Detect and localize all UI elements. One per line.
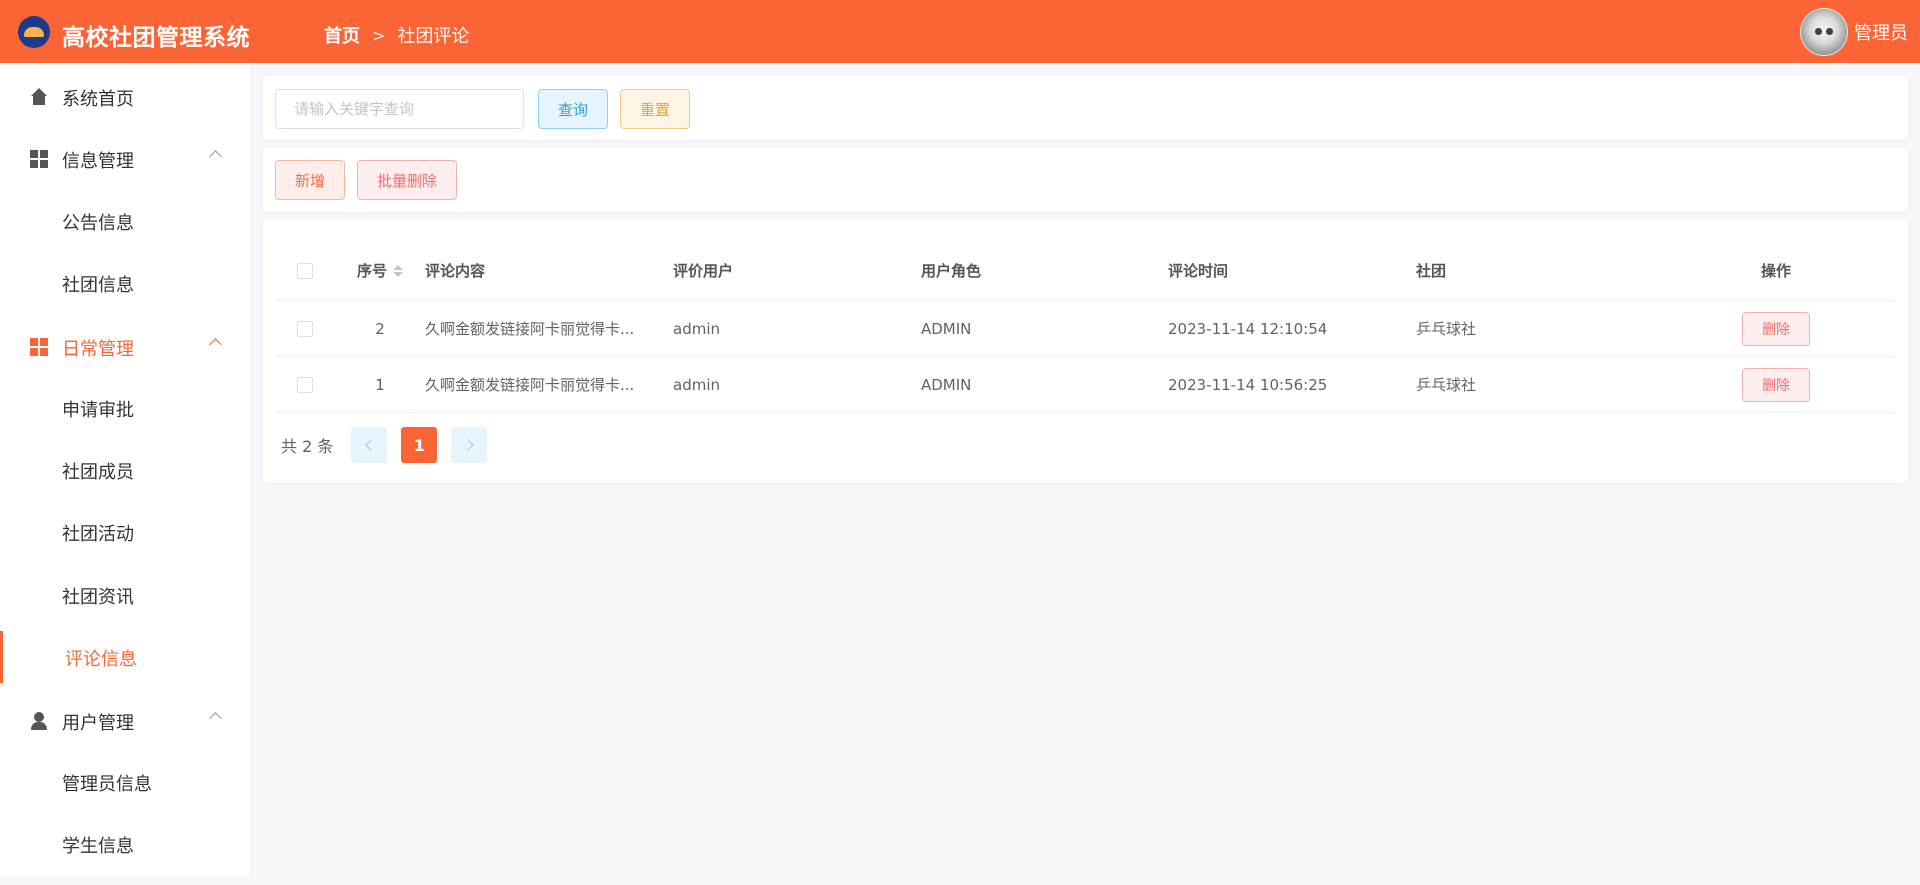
sort-icon[interactable] bbox=[393, 264, 403, 277]
sidebar-item-label: 公告信息 bbox=[62, 213, 134, 234]
row-checkbox[interactable] bbox=[297, 320, 313, 337]
home-icon bbox=[30, 88, 48, 106]
chevron-left-icon bbox=[365, 439, 377, 451]
sidebar-item-label: 管理员信息 bbox=[62, 774, 152, 795]
sidebar-group-users[interactable]: 用户管理 bbox=[0, 695, 250, 747]
add-button[interactable]: 新增 bbox=[275, 160, 345, 200]
sidebar-item-members[interactable]: 社团成员 bbox=[0, 444, 250, 496]
column-header-time: 评论时间 bbox=[1168, 262, 1229, 280]
select-all-cell bbox=[297, 241, 327, 300]
row-checkbox[interactable] bbox=[297, 376, 313, 393]
sidebar-item-label: 系统首页 bbox=[62, 89, 134, 110]
sidebar-item-label: 申请审批 bbox=[62, 400, 134, 421]
reset-button[interactable]: 重置 bbox=[620, 89, 690, 129]
cell-index: 2 bbox=[375, 319, 385, 338]
chevron-up-icon bbox=[209, 150, 222, 163]
cell-role: ADMIN bbox=[921, 319, 972, 338]
chevron-up-icon bbox=[209, 338, 222, 351]
sidebar-item-activities[interactable]: 社团活动 bbox=[0, 506, 250, 558]
sidebar-item-label: 社团资讯 bbox=[62, 587, 134, 608]
sidebar-item-label: 社团信息 bbox=[62, 275, 134, 296]
prev-page-button[interactable] bbox=[351, 427, 388, 463]
column-header-club: 社团 bbox=[1416, 262, 1447, 280]
cell-user: admin bbox=[673, 319, 720, 338]
sidebar-item-notices[interactable]: 公告信息 bbox=[0, 195, 250, 247]
sidebar: 系统首页 信息管理 公告信息 社团信息 日常管理 申请审批 社团成员 社团活动 … bbox=[0, 63, 250, 877]
page-number-button[interactable]: 1 bbox=[401, 427, 438, 463]
sidebar-item-label: 社团成员 bbox=[62, 462, 134, 483]
query-button[interactable]: 查询 bbox=[538, 89, 608, 129]
sidebar-item-label: 学生信息 bbox=[62, 836, 134, 857]
search-panel: 查询 重置 bbox=[263, 76, 1908, 140]
row-select-cell bbox=[297, 301, 327, 356]
user-icon bbox=[30, 712, 48, 730]
breadcrumb-separator-icon: > bbox=[372, 25, 386, 45]
sidebar-item-comments[interactable]: 评论信息 bbox=[0, 631, 250, 683]
column-header-content: 评论内容 bbox=[425, 262, 486, 280]
delete-button[interactable]: 删除 bbox=[1742, 367, 1810, 402]
cell-time: 2023-11-14 12:10:54 bbox=[1168, 319, 1328, 338]
user-name[interactable]: 管理员 bbox=[1854, 19, 1908, 45]
sidebar-item-club-info[interactable]: 社团信息 bbox=[0, 257, 250, 309]
column-header-label: 序号 bbox=[356, 262, 387, 280]
cell-content: 久啊金额发链接阿卡丽觉得卡... bbox=[425, 320, 635, 338]
row-select-cell bbox=[297, 357, 327, 412]
cell-index: 1 bbox=[375, 375, 385, 394]
sidebar-item-label: 日常管理 bbox=[62, 339, 134, 360]
column-header-user: 评价用户 bbox=[673, 262, 734, 280]
pagination: 共 2 条 1 bbox=[281, 427, 501, 463]
batch-delete-button[interactable]: 批量删除 bbox=[357, 160, 457, 200]
delete-button[interactable]: 删除 bbox=[1742, 311, 1810, 346]
sidebar-item-label: 评论信息 bbox=[65, 649, 137, 670]
grid-icon bbox=[30, 150, 48, 168]
sidebar-item-news[interactable]: 社团资讯 bbox=[0, 569, 250, 621]
sidebar-item-label: 用户管理 bbox=[62, 713, 134, 734]
cell-user: admin bbox=[673, 375, 720, 394]
cell-time: 2023-11-14 10:56:25 bbox=[1168, 375, 1328, 394]
top-header: 高校社团管理系统 首页 > 社团评论 管理员 bbox=[0, 0, 1920, 63]
grid-icon bbox=[30, 338, 48, 356]
table-row: 1 久啊金额发链接阿卡丽觉得卡... admin ADMIN 2023-11-1… bbox=[275, 357, 1895, 413]
table-header-row: 序号 评论内容 评价用户 用户角色 评论时间 社团 操作 bbox=[275, 241, 1895, 301]
table-row: 2 久啊金额发链接阿卡丽觉得卡... admin ADMIN 2023-11-1… bbox=[275, 301, 1895, 357]
pagination-total: 共 2 条 bbox=[281, 437, 334, 456]
sidebar-item-students[interactable]: 学生信息 bbox=[0, 818, 250, 870]
sidebar-item-label: 信息管理 bbox=[62, 151, 134, 172]
breadcrumb-current: 社团评论 bbox=[397, 26, 470, 47]
user-menu[interactable]: 管理员 bbox=[1800, 8, 1908, 56]
actions-panel: 新增 批量删除 bbox=[263, 148, 1908, 212]
cell-club: 乒乓球社 bbox=[1416, 376, 1477, 394]
sidebar-item-label: 社团活动 bbox=[62, 524, 134, 545]
avatar[interactable] bbox=[1800, 8, 1848, 56]
chevron-up-icon bbox=[209, 712, 222, 725]
column-header-actions: 操作 bbox=[1760, 262, 1791, 280]
select-all-checkbox[interactable] bbox=[297, 262, 313, 279]
cell-content: 久啊金额发链接阿卡丽觉得卡... bbox=[425, 376, 635, 394]
breadcrumb: 首页 > 社团评论 bbox=[324, 22, 469, 48]
table-panel: 序号 评论内容 评价用户 用户角色 评论时间 社团 操作 2 久啊金额发链接阿卡… bbox=[263, 219, 1908, 483]
sidebar-item-approvals[interactable]: 申请审批 bbox=[0, 382, 250, 434]
next-page-button[interactable] bbox=[451, 427, 488, 463]
breadcrumb-home[interactable]: 首页 bbox=[324, 22, 360, 48]
sidebar-group-daily[interactable]: 日常管理 bbox=[0, 321, 250, 373]
cell-actions: 删除 bbox=[1695, 301, 1857, 356]
column-header-role: 用户角色 bbox=[921, 262, 982, 280]
app-title: 高校社团管理系统 bbox=[62, 25, 250, 51]
sidebar-item-home[interactable]: 系统首页 bbox=[0, 71, 250, 123]
sidebar-group-info[interactable]: 信息管理 bbox=[0, 133, 250, 185]
chevron-right-icon bbox=[462, 439, 474, 451]
column-header-index[interactable]: 序号 bbox=[345, 241, 415, 300]
cell-club: 乒乓球社 bbox=[1416, 320, 1477, 338]
logo-icon bbox=[18, 16, 50, 48]
cell-role: ADMIN bbox=[921, 375, 972, 394]
search-input[interactable] bbox=[275, 89, 524, 129]
sidebar-item-admins[interactable]: 管理员信息 bbox=[0, 756, 250, 808]
cell-actions: 删除 bbox=[1695, 357, 1857, 412]
